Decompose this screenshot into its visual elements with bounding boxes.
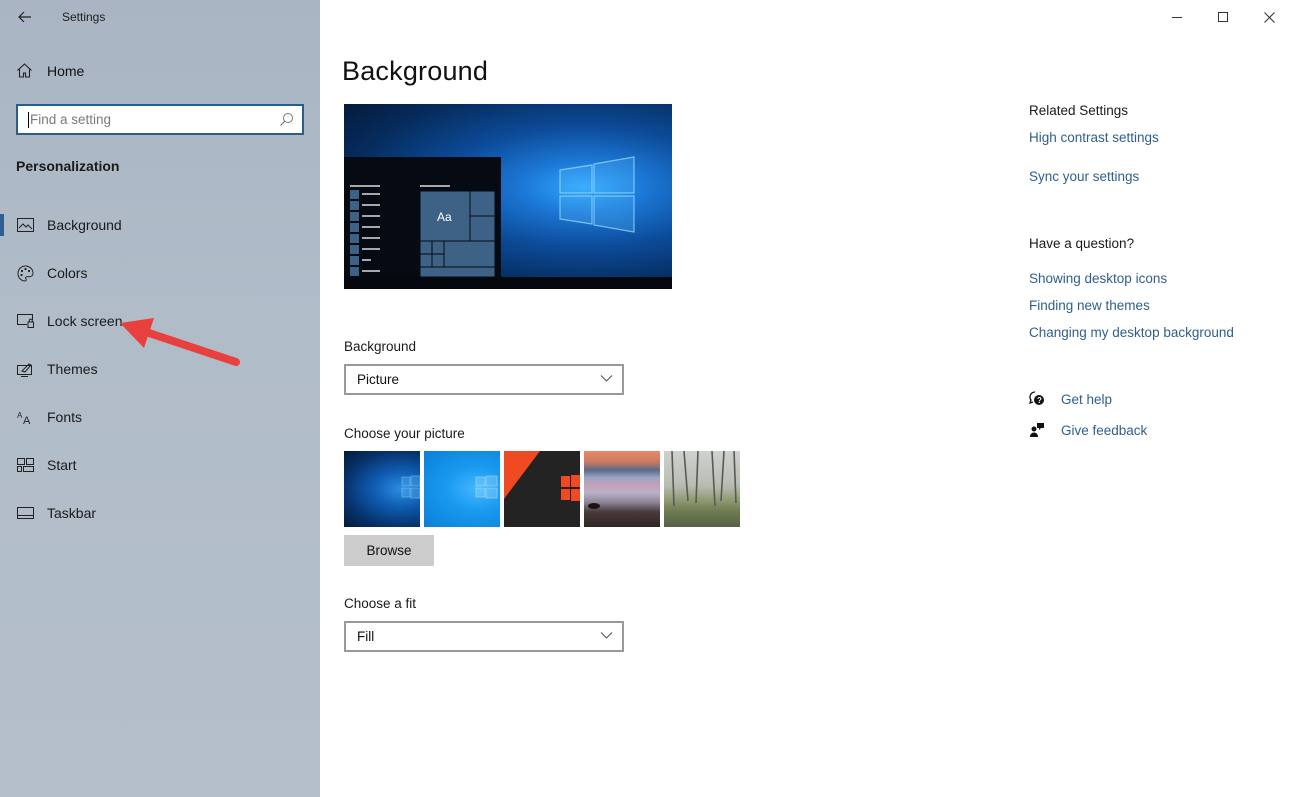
get-help-link[interactable]: ? Get help <box>1029 391 1112 407</box>
sidebar-item-background[interactable]: Background <box>0 201 320 249</box>
sidebar-item-fonts[interactable]: AA Fonts <box>0 393 320 441</box>
page-title: Background <box>342 56 489 86</box>
background-dropdown-value: Picture <box>357 372 400 387</box>
feedback-icon <box>1030 423 1044 437</box>
sidebar-item-taskbar[interactable]: Taskbar <box>0 489 320 537</box>
taskbar-icon <box>17 505 34 522</box>
browse-button[interactable]: Browse <box>344 535 434 566</box>
fit-label: Choose a fit <box>344 596 417 611</box>
palette-icon <box>17 264 34 282</box>
fit-dropdown-value: Fill <box>357 629 375 644</box>
get-help-label: Get help <box>1061 391 1113 407</box>
maximize-button[interactable] <box>1200 0 1246 34</box>
give-feedback-link[interactable]: Give feedback <box>1029 422 1147 438</box>
picture-thumb-windows-dark-blue[interactable] <box>344 451 420 527</box>
sidebar-item-label: Start <box>47 457 77 473</box>
sidebar-item-label: Background <box>47 217 122 233</box>
give-feedback-label: Give feedback <box>1061 422 1148 438</box>
sidebar-item-label: Colors <box>47 265 88 281</box>
background-label: Background <box>344 339 417 354</box>
home-icon <box>17 63 32 78</box>
picture-thumb-beach-sunset[interactable] <box>584 451 660 527</box>
sidebar-item-label: Lock screen <box>47 313 123 329</box>
start-icon <box>17 457 34 474</box>
fonts-icon: AA <box>17 409 34 426</box>
search-input[interactable] <box>30 112 270 127</box>
maximize-icon <box>1217 11 1228 22</box>
search-box[interactable] <box>16 104 304 135</box>
text-cursor <box>28 111 29 128</box>
lock-screen-icon <box>17 313 34 330</box>
home-label: Home <box>47 62 85 79</box>
sidebar-item-label: Fonts <box>47 409 83 425</box>
close-icon <box>1263 11 1275 23</box>
picture-thumb-windows-light-blue[interactable] <box>424 451 500 527</box>
sidebar-item-lock-screen[interactable]: Lock screen <box>0 297 320 345</box>
windows-logo-icon <box>559 156 635 233</box>
search-icon[interactable] <box>279 112 294 127</box>
picture-thumb-windows-orange[interactable] <box>504 451 580 527</box>
minimize-icon <box>1171 16 1182 18</box>
svg-text:?: ? <box>1037 396 1042 405</box>
back-arrow-icon <box>18 11 31 23</box>
background-dropdown[interactable]: Picture <box>344 364 624 395</box>
close-button[interactable] <box>1246 0 1292 34</box>
section-title: Personalization <box>16 158 120 174</box>
nav-list: Background Colors Lock screen Themes AA … <box>0 201 320 537</box>
changing-background-link[interactable]: Changing my desktop background <box>1029 325 1234 340</box>
sidebar-item-label: Taskbar <box>47 505 97 521</box>
picture-icon <box>17 217 34 234</box>
showing-desktop-icons-link[interactable]: Showing desktop icons <box>1029 271 1167 286</box>
sidebar-item-start[interactable]: Start <box>0 441 320 489</box>
background-preview: Aa <box>344 104 672 289</box>
sync-settings-link[interactable]: Sync your settings <box>1029 169 1139 184</box>
choose-picture-label: Choose your picture <box>344 426 465 441</box>
fit-dropdown[interactable]: Fill <box>344 621 624 652</box>
picture-thumb-forest[interactable] <box>664 451 740 527</box>
back-button[interactable] <box>14 6 36 28</box>
question-heading: Have a question? <box>1029 236 1135 251</box>
high-contrast-link[interactable]: High contrast settings <box>1029 130 1159 145</box>
chevron-down-icon <box>600 632 613 639</box>
sidebar-item-themes[interactable]: Themes <box>0 345 320 393</box>
window-title: Settings <box>62 10 106 24</box>
related-settings-heading: Related Settings <box>1029 103 1129 118</box>
svg-text:A: A <box>23 415 31 425</box>
preview-tile-label: Aa <box>437 210 452 224</box>
home-link[interactable]: Home <box>16 62 84 79</box>
sidebar-item-colors[interactable]: Colors <box>0 249 320 297</box>
preview-taskbar <box>344 277 672 289</box>
picture-thumbnails <box>344 451 740 527</box>
help-chat-icon: ? <box>1029 391 1044 405</box>
sidebar-item-label: Themes <box>47 361 98 377</box>
themes-icon <box>17 361 34 378</box>
finding-new-themes-link[interactable]: Finding new themes <box>1029 298 1150 313</box>
chevron-down-icon <box>600 375 613 382</box>
minimize-button[interactable] <box>1154 0 1200 34</box>
sidebar: Settings Home Personalization Background… <box>0 0 320 797</box>
preview-start-menu: Aa <box>344 157 501 278</box>
